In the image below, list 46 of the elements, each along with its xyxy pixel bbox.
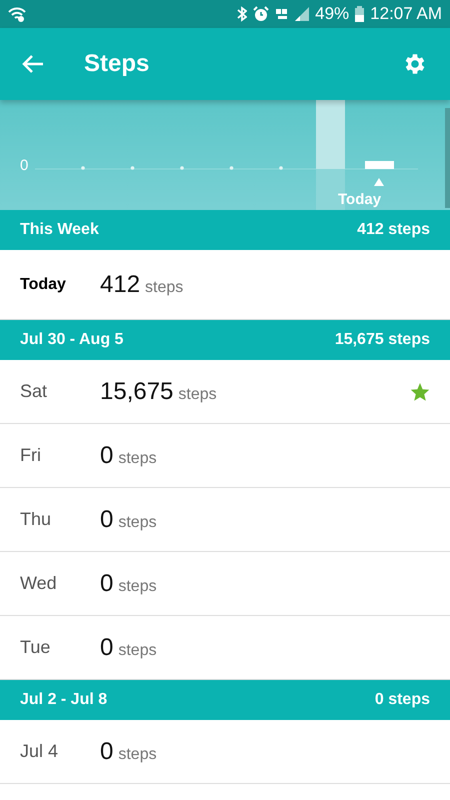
day-bar — [365, 161, 394, 169]
day-point — [230, 166, 234, 170]
step-count: 15,675 — [100, 378, 174, 406]
today-label: Today — [338, 191, 382, 208]
battery-icon — [355, 6, 364, 22]
day-label: Sat — [20, 381, 48, 402]
wifi-icon — [8, 6, 26, 22]
day-point — [279, 166, 283, 170]
network-icon — [275, 7, 290, 21]
day-label: Fri — [20, 445, 42, 466]
alarm-icon — [253, 6, 270, 22]
day-point — [180, 166, 184, 170]
week-total: 0 steps — [374, 691, 430, 709]
week-total: 412 steps — [357, 221, 430, 239]
step-count: 0 — [100, 506, 114, 534]
day-point — [81, 166, 85, 170]
step-unit: steps — [178, 386, 218, 404]
bluetooth-icon — [237, 6, 248, 22]
day-label: Thu — [20, 509, 52, 530]
day-label: Jul 4 — [20, 741, 60, 762]
page-title: Steps — [84, 50, 150, 78]
step-unit: steps — [145, 278, 184, 296]
day-label: Tue — [20, 637, 52, 658]
step-count: 0 — [100, 442, 114, 470]
step-unit: steps — [118, 578, 158, 596]
clock-time: 12:07 AM — [370, 4, 442, 24]
week-label: Jul 2 - Jul 8 — [20, 691, 108, 709]
step-count: 0 — [100, 570, 114, 598]
step-count: 0 — [100, 738, 114, 766]
battery-percent: 49% — [315, 4, 350, 24]
back-arrow-icon — [22, 54, 44, 74]
week-label: This Week — [20, 221, 99, 239]
day-label: Today — [20, 276, 67, 294]
step-unit: steps — [118, 450, 158, 468]
pointer-icon — [374, 178, 384, 186]
step-unit: steps — [118, 642, 158, 660]
day-point — [130, 166, 134, 170]
week-total: 15,675 steps — [334, 331, 430, 349]
step-unit: steps — [118, 514, 158, 532]
step-unit: steps — [118, 746, 158, 764]
step-count: 412 — [100, 270, 140, 298]
day-label: Wed — [20, 573, 58, 594]
axis-label: 0 — [20, 157, 28, 174]
step-count: 0 — [100, 634, 114, 662]
week-label: Jul 30 - Aug 5 — [20, 331, 124, 349]
signal-icon — [295, 7, 310, 21]
